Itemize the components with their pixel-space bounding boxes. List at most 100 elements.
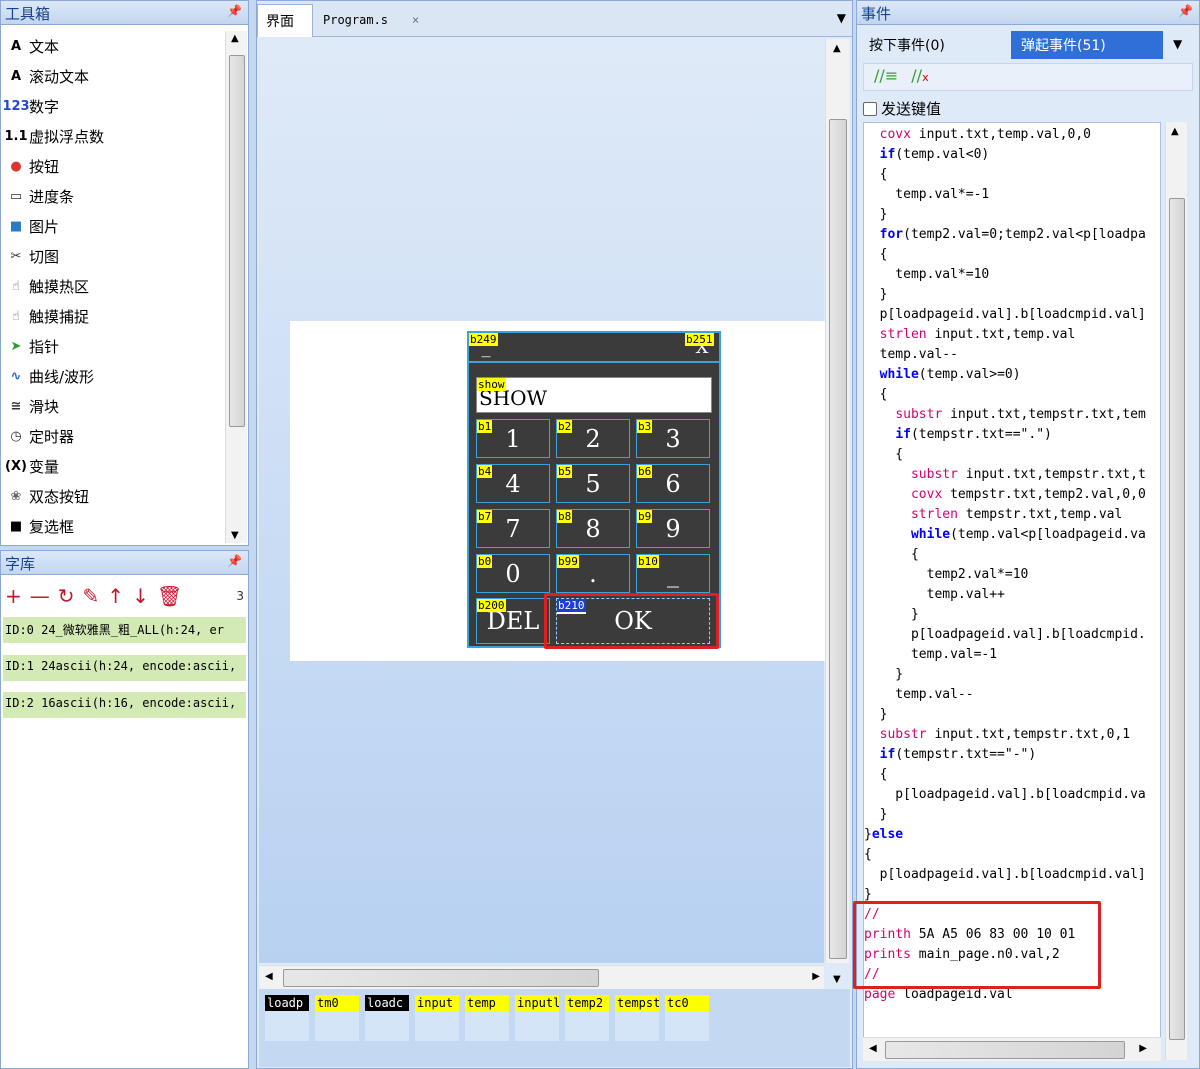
pin-icon[interactable]: 📌 <box>1178 4 1193 18</box>
scroll-up-icon[interactable]: ▲ <box>833 43 841 54</box>
tab-interface[interactable]: 界面 <box>257 4 313 37</box>
pin-icon[interactable]: 📌 <box>227 554 242 568</box>
fontlib-title-text: 字库 <box>5 555 36 573</box>
tool-item[interactable]: ∿ 曲线/波形 <box>3 361 223 391</box>
tab-release-event[interactable]: 弹起事件(51) <box>1011 31 1163 59</box>
tool-item[interactable]: 1.1 虚拟浮点数 <box>3 121 223 151</box>
key-button[interactable]: b4 4 <box>476 464 550 503</box>
arrow-down-icon[interactable]: ↓ <box>132 584 149 608</box>
tool-item[interactable]: ▭ 进度条 <box>3 181 223 211</box>
key-button[interactable]: b1 1 <box>476 419 550 458</box>
tool-item[interactable]: 123 数字 <box>2 91 223 121</box>
variable-item[interactable]: temp2 <box>565 995 609 1041</box>
minimize-button[interactable]: b249 _ <box>469 333 503 361</box>
send-key-checkbox[interactable] <box>863 101 877 116</box>
tab-dropdown-icon[interactable]: ▼ <box>837 11 846 25</box>
scroll-right-icon[interactable]: ▶ <box>1139 1043 1147 1054</box>
variable-item[interactable]: tc0 <box>665 995 709 1041</box>
variable-item[interactable]: input <box>415 995 459 1041</box>
variable-item[interactable]: loadp <box>265 995 309 1041</box>
code-line: { <box>864 245 888 265</box>
code-vscrollbar[interactable]: ▲ <box>1165 122 1187 1060</box>
key-button[interactable]: b6 6 <box>636 464 710 503</box>
scroll-right-icon[interactable]: ▶ <box>812 971 820 982</box>
design-canvas[interactable]: b249 _ b251 X show SHOW b1 1 b2 2 b3 3 b4 4 b5 5 b6 6 b… <box>259 39 825 963</box>
tool-item-label: 图片 <box>29 217 60 236</box>
tool-list: A 文本 A 滚动文本 123 数字 1.1 虚拟浮点数 ● 按钮 ▭ 进度条 ■ 图片 ✂ 切图 ☝ 触摸热区 ☝… <box>2 31 223 541</box>
tool-item[interactable]: ■ 复选框 <box>3 511 223 541</box>
variable-item[interactable]: tempst <box>615 995 659 1041</box>
font-row-1[interactable]: ID:1 24ascii(h:24, encode:ascii, <box>3 655 246 681</box>
key-button[interactable]: b3 3 <box>636 419 710 458</box>
edit-icon[interactable]: ✎ <box>83 584 100 608</box>
variable-item[interactable]: temp <box>465 995 509 1041</box>
tool-item[interactable]: ◷ 定时器 <box>3 421 223 451</box>
scroll-down-icon[interactable]: ▼ <box>833 974 841 985</box>
font-row-2[interactable]: ID:2 16ascii(h:16, encode:ascii, <box>3 692 246 718</box>
tab-program[interactable]: Program.s × <box>315 4 427 37</box>
font-row-0[interactable]: ID:0 24_微软雅黑_粗_ALL(h:24, er <box>3 617 246 643</box>
scroll-thumb[interactable] <box>829 119 847 959</box>
variable-item[interactable]: loadc <box>365 995 409 1041</box>
tool-item[interactable]: A 滚动文本 <box>3 61 223 91</box>
tool-item[interactable]: ➤ 指针 <box>3 331 223 361</box>
key-id-label: b8 <box>557 510 573 523</box>
event-dropdown-icon[interactable]: ▼ <box>1173 37 1182 51</box>
show-textbox[interactable]: show SHOW <box>476 377 712 413</box>
delete-icon[interactable]: 🗑 <box>157 584 182 608</box>
key-button[interactable]: b7 7 <box>476 509 550 548</box>
key-button[interactable]: b2 2 <box>556 419 630 458</box>
scroll-left-icon[interactable]: ◀ <box>265 971 273 982</box>
b251-label: b251 <box>685 333 714 346</box>
scroll-left-icon[interactable]: ◀ <box>869 1043 877 1054</box>
key-button[interactable]: b9 9 <box>636 509 710 548</box>
add-icon[interactable]: + <box>5 584 22 608</box>
tab-press-event[interactable]: 按下事件(0) <box>859 31 1011 59</box>
toolbox-title: 工具箱 📌 <box>1 1 248 25</box>
scroll-thumb[interactable] <box>1169 198 1185 1040</box>
key-button[interactable]: b0 0 <box>476 554 550 593</box>
key-button[interactable]: b5 5 <box>556 464 630 503</box>
scroll-down-icon[interactable]: ▼ <box>231 530 239 541</box>
pin-icon[interactable]: 📌 <box>227 4 242 18</box>
scroll-up-icon[interactable]: ▲ <box>1171 126 1179 137</box>
tool-item[interactable]: ❀ 双态按钮 <box>3 481 223 511</box>
arrow-up-icon[interactable]: ↑ <box>107 584 124 608</box>
scroll-thumb[interactable] <box>229 55 245 427</box>
close-icon[interactable]: × <box>412 13 419 27</box>
canvas-hscrollbar[interactable]: ◀ ▶ <box>259 965 824 989</box>
code-line: strlen tempstr.txt,temp.val <box>864 505 1122 525</box>
key-button[interactable]: b8 8 <box>556 509 630 548</box>
tab-program-label: Program.s <box>323 13 389 27</box>
variable-item[interactable]: tm0 <box>315 995 359 1041</box>
variable-item[interactable]: inputl <box>515 995 559 1041</box>
close-button[interactable]: b251 X <box>685 333 719 361</box>
tool-item[interactable]: A 文本 <box>3 31 223 61</box>
del-button[interactable]: b200 DEL <box>476 598 550 644</box>
tool-item[interactable]: ≅ 滑块 <box>3 391 223 421</box>
tool-item[interactable]: (X) 变量 <box>3 451 223 481</box>
code-token: temp.val=-1 <box>864 647 998 662</box>
tool-item[interactable]: ● 按钮 <box>3 151 223 181</box>
tool-item[interactable]: ☝ 触摸热区 <box>3 271 223 301</box>
toolbox-scrollbar[interactable]: ▲ ▼ <box>225 31 247 543</box>
tool-item[interactable]: ■ 图片 <box>3 211 223 241</box>
uncomment-icon[interactable]: //x <box>911 66 928 85</box>
key-button[interactable]: b10 _ <box>636 554 710 593</box>
scroll-thumb[interactable] <box>283 969 599 987</box>
variable-name: input <box>415 995 459 1011</box>
scroll-up-icon[interactable]: ▲ <box>231 33 239 44</box>
code-token: if <box>879 147 896 162</box>
tool-item[interactable]: ☝ 触摸捕捉 <box>3 301 223 331</box>
tool-item[interactable]: ✂ 切图 <box>3 241 223 271</box>
canvas-vscrollbar[interactable]: ▲ ▼ <box>825 39 849 985</box>
key-button[interactable]: b99. <box>556 554 630 593</box>
remove-icon[interactable]: — <box>30 584 50 608</box>
variable-icon: (X) <box>5 458 27 474</box>
variable-name: loadc <box>365 995 409 1011</box>
comment-icon[interactable]: //≡ <box>874 66 898 85</box>
code-hscrollbar[interactable]: ◀ ▶ <box>863 1037 1161 1061</box>
scroll-thumb[interactable] <box>885 1041 1125 1059</box>
refresh-icon[interactable]: ↻ <box>58 584 75 608</box>
